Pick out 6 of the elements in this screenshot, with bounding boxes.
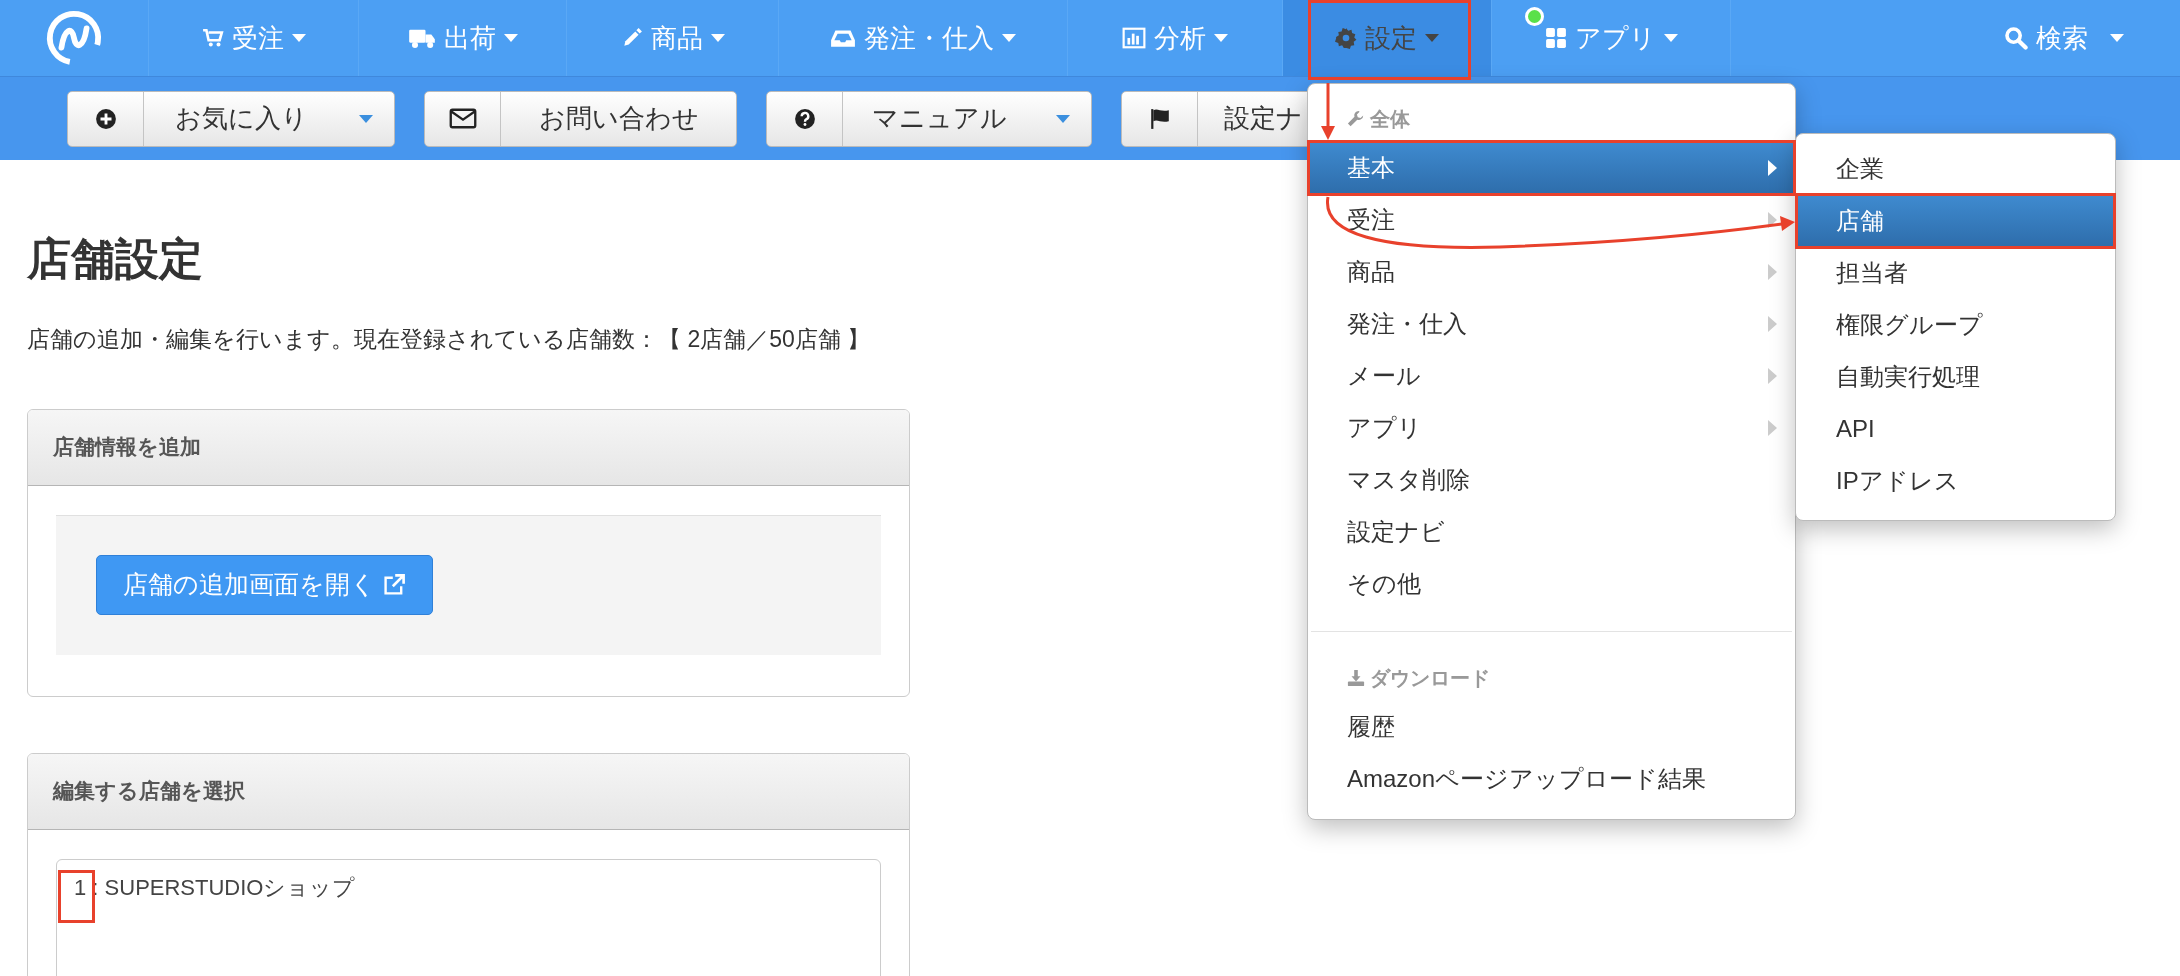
menu-section-header: 全体: [1370, 107, 1410, 132]
panel-title: 編集する店舗を選択: [53, 778, 245, 805]
page-description: 店舗の追加・編集を行います。現在登録されている店舗数：【 2店舗／50店舗 】: [27, 325, 871, 354]
menu-section-header: ダウンロード: [1370, 666, 1490, 691]
page-title: 店舗設定: [27, 233, 203, 285]
panel-title: 店舗情報を追加: [53, 434, 201, 461]
